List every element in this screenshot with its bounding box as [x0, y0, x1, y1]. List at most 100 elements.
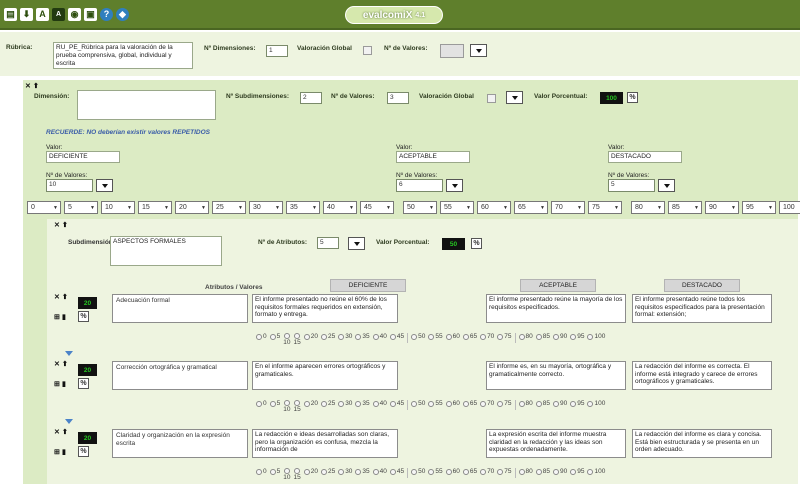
score-radio-30[interactable]: 30: [338, 468, 352, 475]
score-radio-35[interactable]: 35: [355, 333, 370, 340]
score-radio-40[interactable]: 40: [372, 400, 387, 407]
scale-select-18[interactable]: 90 ▼: [705, 201, 739, 214]
score-radio-45[interactable]: 45: [389, 333, 404, 340]
attribute-weight[interactable]: 20: [78, 364, 97, 376]
rubric-global-checkbox[interactable]: [363, 46, 372, 55]
score-radio-85[interactable]: 85: [535, 400, 550, 407]
score-radio-90[interactable]: 90: [553, 468, 567, 475]
num-dimensions-input[interactable]: 1: [266, 45, 288, 57]
dim-global-dropdown[interactable]: [506, 91, 523, 104]
score-radio-100[interactable]: 100: [587, 400, 605, 407]
score-radio-70[interactable]: 70: [480, 400, 494, 407]
value-name-field-3[interactable]: DESTACADO: [608, 151, 682, 163]
score-radio-40[interactable]: 40: [372, 468, 387, 475]
criterion-aceptable[interactable]: El informe es, en su mayoría, ortográfic…: [486, 361, 626, 390]
num-attr-dropdown[interactable]: [348, 237, 365, 250]
percent-icon[interactable]: %: [78, 311, 89, 322]
criterion-deficiente[interactable]: La redacción e ideas desarrolladas son c…: [252, 429, 398, 458]
score-radio-15[interactable]: 15: [293, 400, 301, 413]
score-radio-10[interactable]: 10: [283, 333, 290, 346]
score-radio-40[interactable]: 40: [372, 333, 387, 340]
score-radio-55[interactable]: 55: [428, 400, 443, 407]
score-radio-5[interactable]: 5: [269, 468, 280, 475]
score-radio-60[interactable]: 60: [445, 333, 460, 340]
scale-select-15[interactable]: 75 ▼: [588, 201, 622, 214]
scale-select-4[interactable]: 20 ▼: [175, 201, 209, 214]
score-radio-10[interactable]: 10: [283, 400, 290, 413]
num-attr-input[interactable]: 5: [317, 237, 339, 249]
close-icon[interactable]: ✕: [54, 222, 61, 229]
attribute-weight[interactable]: 20: [78, 297, 97, 309]
score-radio-55[interactable]: 55: [428, 333, 443, 340]
criterion-deficiente[interactable]: En el informe aparecen errores ortográfi…: [252, 361, 398, 390]
attribute-weight[interactable]: 20: [78, 432, 97, 444]
score-radio-80[interactable]: 80: [518, 468, 533, 475]
score-radio-85[interactable]: 85: [535, 333, 550, 340]
score-radio-75[interactable]: 75: [497, 333, 512, 340]
scale-select-19[interactable]: 95 ▼: [742, 201, 776, 214]
scale-select-14[interactable]: 70 ▼: [551, 201, 585, 214]
close-icon[interactable]: ✕: [54, 429, 61, 436]
bar-icon[interactable]: ▮: [62, 314, 69, 321]
score-radio-55[interactable]: 55: [428, 468, 443, 475]
dimension-name-field[interactable]: [77, 90, 216, 120]
download-icon[interactable]: ⬇: [20, 8, 33, 21]
bar-icon[interactable]: ▮: [62, 449, 69, 456]
score-radio-25[interactable]: 25: [320, 468, 335, 475]
scale-select-17[interactable]: 85 ▼: [668, 201, 702, 214]
font-small-icon[interactable]: A: [52, 8, 65, 21]
attribute-name-field[interactable]: Claridad y organización en la expresión …: [112, 429, 248, 458]
value-count-dropdown-1[interactable]: [96, 179, 113, 192]
criterion-aceptable[interactable]: La expresión escrita del informe muestra…: [486, 429, 626, 458]
subdimension-name-field[interactable]: ASPECTOS FORMALES: [110, 236, 222, 266]
scale-select-12[interactable]: 60 ▼: [477, 201, 511, 214]
criterion-destacado[interactable]: El informe presentado reúne todos los re…: [632, 294, 772, 323]
move-up-icon[interactable]: ⬆: [62, 222, 69, 229]
close-icon[interactable]: ✕: [54, 294, 61, 301]
score-radio-95[interactable]: 95: [570, 468, 584, 475]
attribute-name-field[interactable]: Corrección ortográfica y gramatical: [112, 361, 248, 390]
add-icon[interactable]: ⊞: [54, 314, 61, 321]
score-radio-15[interactable]: 15: [293, 333, 301, 346]
score-radio-20[interactable]: 20: [303, 333, 318, 340]
score-radio-100[interactable]: 100: [587, 468, 605, 475]
value-name-field-1[interactable]: DEFICIENTE: [46, 151, 120, 163]
score-radio-30[interactable]: 30: [338, 333, 352, 340]
score-radio-5[interactable]: 5: [269, 333, 280, 340]
score-radio-95[interactable]: 95: [570, 333, 584, 340]
percent-icon[interactable]: %: [627, 92, 638, 103]
move-up-icon[interactable]: ⬆: [62, 294, 69, 301]
drag-handle-icon[interactable]: [64, 349, 74, 359]
score-radio-65[interactable]: 65: [462, 400, 477, 407]
view-icon[interactable]: ◉: [68, 8, 81, 21]
move-up-icon[interactable]: ⬆: [62, 361, 69, 368]
score-radio-70[interactable]: 70: [480, 468, 494, 475]
scale-select-10[interactable]: 50 ▼: [403, 201, 437, 214]
score-radio-60[interactable]: 60: [445, 468, 460, 475]
score-radio-0[interactable]: 0: [256, 468, 267, 475]
dim-pct-value[interactable]: 100: [600, 92, 623, 104]
value-count-dropdown-2[interactable]: [446, 179, 463, 192]
dim-num-values-input[interactable]: 3: [387, 92, 409, 104]
score-radio-0[interactable]: 0: [256, 333, 267, 340]
score-radio-35[interactable]: 35: [355, 468, 370, 475]
value-count-input-3[interactable]: 5: [608, 179, 655, 192]
score-radio-65[interactable]: 65: [462, 468, 477, 475]
score-radio-70[interactable]: 70: [480, 333, 494, 340]
scale-select-16[interactable]: 80 ▼: [631, 201, 665, 214]
scale-select-8[interactable]: 40 ▼: [323, 201, 357, 214]
add-icon[interactable]: ⊞: [54, 449, 61, 456]
scale-select-3[interactable]: 15 ▼: [138, 201, 172, 214]
shield-icon[interactable]: ◆: [116, 8, 129, 21]
dim-global-checkbox[interactable]: [487, 94, 496, 103]
score-radio-50[interactable]: 50: [411, 400, 425, 407]
score-radio-95[interactable]: 95: [570, 400, 584, 407]
scale-select-7[interactable]: 35 ▼: [286, 201, 320, 214]
scale-select-2[interactable]: 10 ▼: [101, 201, 135, 214]
rubric-name-field[interactable]: RU_PE_Rúbrica para la valoración de la p…: [53, 42, 193, 69]
criterion-destacado[interactable]: La redacción del informe es correcta. El…: [632, 361, 772, 390]
sub-pct-value[interactable]: 50: [442, 238, 465, 250]
criterion-deficiente[interactable]: El informe presentado no reúne el 60% de…: [252, 294, 398, 323]
font-large-icon[interactable]: A: [36, 8, 49, 21]
bar-icon[interactable]: ▮: [62, 381, 69, 388]
